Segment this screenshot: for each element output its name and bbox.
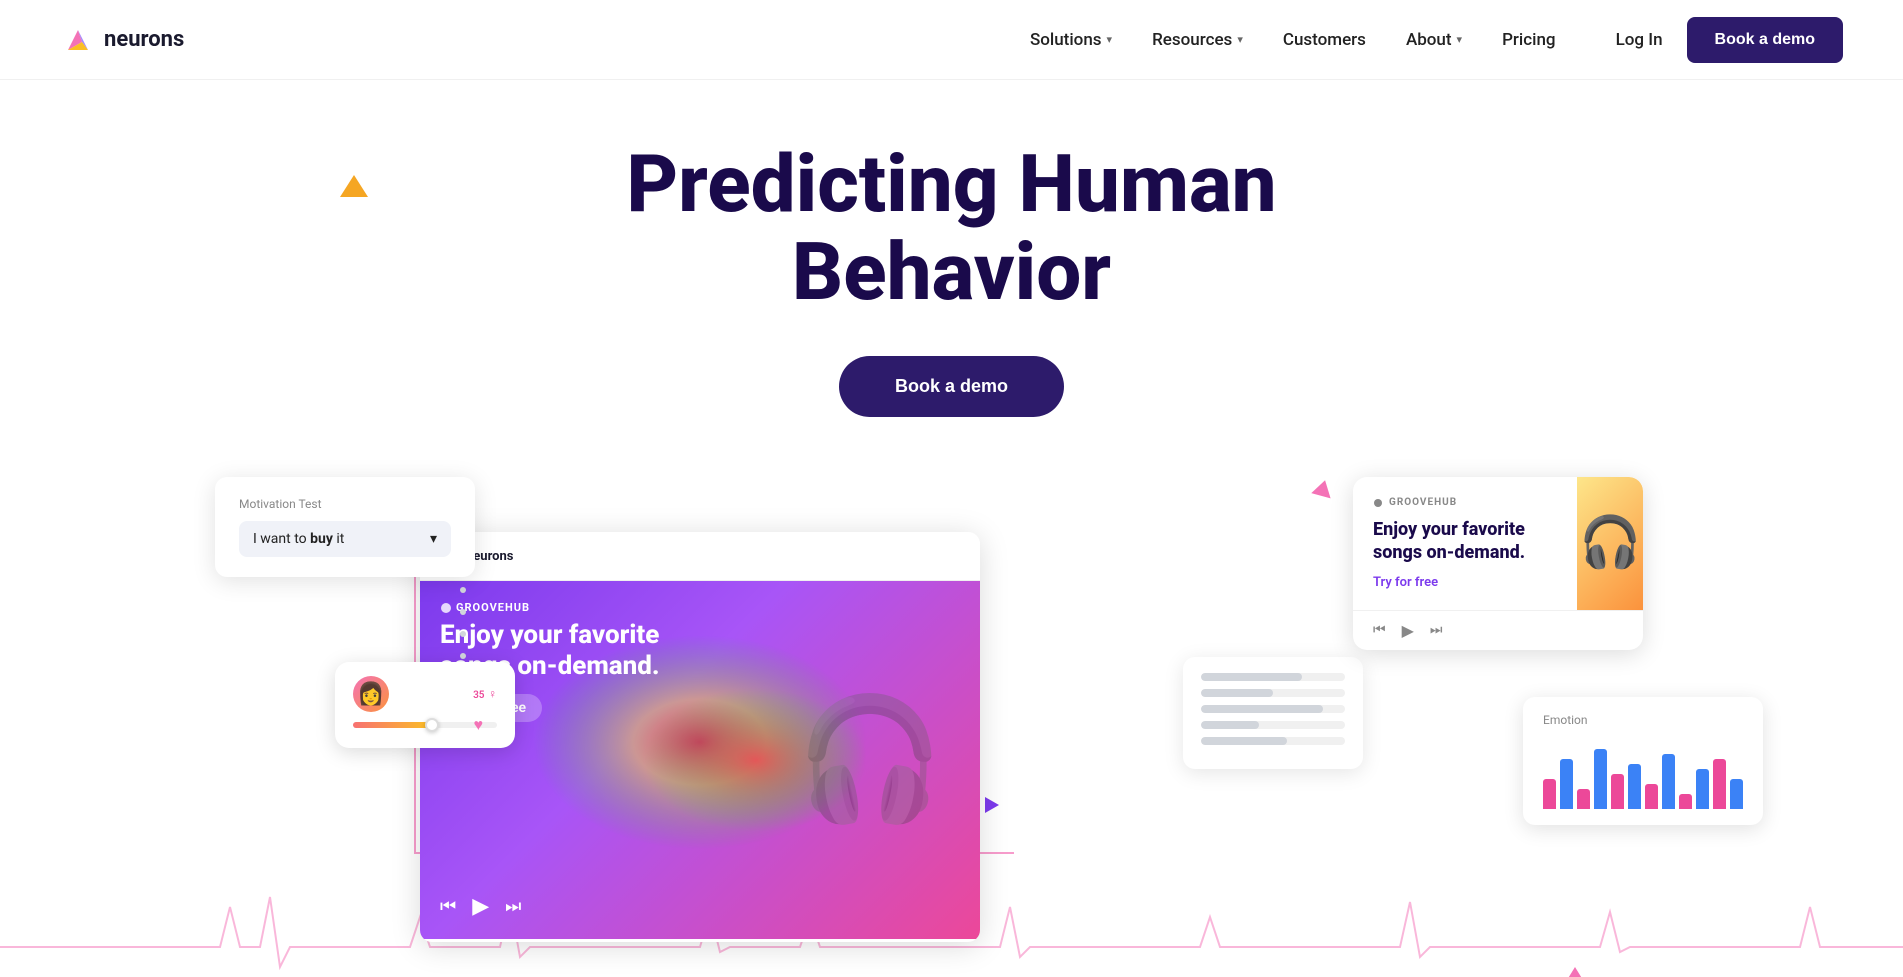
motivation-test-card: Motivation Test I want to buy it ▾: [215, 477, 475, 577]
profile-score: 35 ♀: [473, 686, 497, 702]
profile-card: 👩 35 ♀ ♥: [335, 662, 515, 748]
emotion-title: Emotion: [1543, 713, 1743, 727]
skip-forward-icon[interactable]: ⏭: [1430, 622, 1443, 638]
groovehub-card: GROOVEHUB Enjoy your favorite songs on-d…: [420, 581, 980, 939]
groovehub-promo-cta[interactable]: Try for free: [1373, 575, 1557, 590]
music-controls: ⏮ ▶ ⏭: [440, 894, 521, 919]
dot-4: [460, 653, 466, 659]
emotion-bar: [1560, 759, 1573, 809]
nav-solutions[interactable]: Solutions ▾: [1030, 30, 1112, 50]
stats-bar-row-4: [1201, 721, 1345, 729]
skip-back-icon[interactable]: ⏮: [1373, 622, 1386, 638]
hero-title: Predicting Human Behavior: [502, 140, 1402, 316]
emotion-chart: [1543, 739, 1743, 809]
stats-bar-fill: [1201, 737, 1287, 745]
dot-2: [460, 609, 466, 615]
book-demo-hero-button[interactable]: Book a demo: [839, 356, 1064, 417]
dot-1: [460, 587, 466, 593]
navigation: neurons Solutions ▾ Resources ▾ Customer…: [0, 0, 1903, 80]
stats-bar-row-3: [1201, 705, 1345, 713]
person-area: 🎧: [760, 581, 980, 939]
chevron-down-icon: ▾: [1457, 33, 1463, 46]
motivation-dropdown[interactable]: I want to buy it ▾: [239, 521, 451, 557]
groovehub-promo-controls: ⏮ ▶ ⏭: [1353, 610, 1643, 650]
stats-bar-fill: [1201, 705, 1323, 713]
accent-triangle-top-icon: [1311, 478, 1334, 499]
stats-bar-fill: [1201, 721, 1259, 729]
groovehub-brand: GROOVEHUB: [440, 601, 660, 614]
accent-triangle-purple-icon: [985, 797, 999, 813]
play-icon[interactable]: ▶: [472, 894, 489, 919]
logo-text: neurons: [104, 27, 184, 52]
emotion-bar: [1662, 754, 1675, 809]
emotion-bar: [1577, 789, 1590, 809]
browser-header: neurons: [420, 532, 980, 581]
heart-icon: ♥: [474, 715, 484, 735]
nav-links: Solutions ▾ Resources ▾ Customers About …: [1030, 30, 1556, 50]
login-button[interactable]: Log In: [1616, 30, 1663, 50]
stats-bar-fill: [1201, 673, 1302, 681]
motivation-label: Motivation Test: [239, 497, 451, 511]
emotion-bar: [1645, 784, 1658, 809]
profile-slider[interactable]: ♥: [353, 722, 497, 728]
person-silhouette: 🎧: [795, 690, 944, 830]
nav-resources[interactable]: Resources ▾: [1152, 30, 1243, 50]
motivation-dropdown-text: I want to buy it: [253, 531, 344, 547]
skip-forward-icon[interactable]: ⏭: [505, 896, 521, 917]
groovehub-promo-card: GROOVEHUB Enjoy your favorite songs on-d…: [1353, 477, 1643, 650]
nav-customers[interactable]: Customers: [1283, 30, 1366, 50]
stats-bar-row-2: [1201, 689, 1345, 697]
play-icon[interactable]: ▶: [1402, 621, 1414, 640]
emotion-bar: [1713, 759, 1726, 809]
groovehub-promo-content: GROOVEHUB Enjoy your favorite songs on-d…: [1353, 477, 1577, 610]
dots-sidebar: [460, 587, 466, 659]
stats-bar-row-1: [1201, 673, 1345, 681]
stats-card: [1183, 657, 1363, 769]
profile-top: 👩 35 ♀: [353, 676, 497, 712]
emotion-bar: [1730, 779, 1743, 809]
stats-bar-fill: [1201, 689, 1273, 697]
nav-pricing[interactable]: Pricing: [1502, 30, 1556, 50]
chevron-down-icon: ▾: [1107, 33, 1113, 46]
emotion-bar: [1628, 764, 1641, 809]
emotion-bar: [1543, 779, 1556, 809]
profile-slider-fill: [353, 722, 432, 728]
profile-score-unit: ♀: [488, 687, 497, 701]
chevron-down-icon: ▾: [1237, 33, 1243, 46]
hero-section: Predicting Human Behavior Book a demo Mo…: [0, 80, 1903, 977]
skip-back-icon[interactable]: ⏮: [440, 896, 456, 917]
chevron-down-icon: ▾: [430, 531, 437, 547]
nav-about[interactable]: About ▾: [1406, 30, 1462, 50]
emotion-bar: [1679, 794, 1692, 809]
demo-area: Motivation Test I want to buy it ▾ neuro…: [0, 477, 1903, 977]
groovehub-promo-image: 🎧: [1577, 477, 1643, 610]
emotion-bar: [1696, 769, 1709, 809]
logo[interactable]: neurons: [60, 22, 184, 58]
groovehub-promo-brand: GROOVEHUB: [1373, 497, 1557, 508]
avatar: 👩: [353, 676, 389, 712]
stats-bar-row-5: [1201, 737, 1345, 745]
nav-actions: Log In Book a demo: [1616, 17, 1843, 63]
emotion-bar: [1611, 774, 1624, 809]
emotion-bar: [1594, 749, 1607, 809]
logo-icon: [60, 22, 96, 58]
accent-triangle-icon: [340, 175, 368, 197]
groovehub-promo-title: Enjoy your favorite songs on-demand.: [1373, 518, 1557, 565]
book-demo-nav-button[interactable]: Book a demo: [1687, 17, 1843, 63]
dot-3: [460, 631, 466, 637]
profile-slider-thumb: [425, 718, 439, 732]
emotion-card: Emotion: [1523, 697, 1763, 825]
